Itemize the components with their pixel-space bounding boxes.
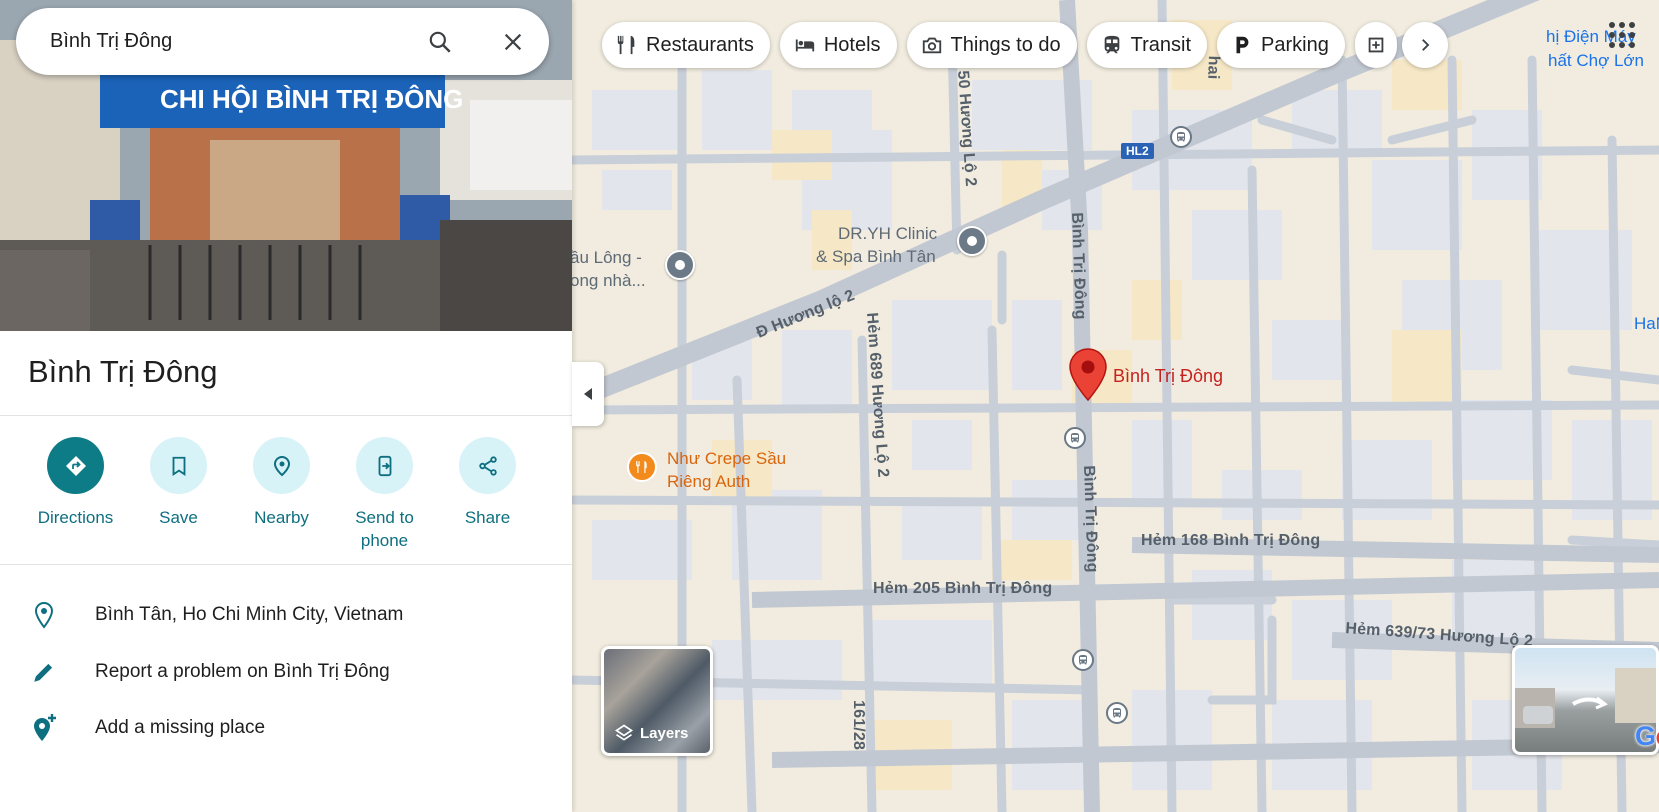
- poi-label-clinic-2[interactable]: & Spa Bình Tân: [816, 247, 936, 267]
- address-text: Bình Tân, Ho Chi Minh City, Vietnam: [95, 604, 404, 625]
- layers-label: Layers: [640, 724, 689, 742]
- close-icon: [504, 33, 522, 50]
- poi-pin-left[interactable]: [665, 250, 695, 280]
- poi-pin-clinic[interactable]: [957, 226, 987, 256]
- parking-icon: [1236, 36, 1249, 54]
- caret-left-icon: [584, 388, 592, 400]
- send-to-phone-label: Send to phone: [355, 508, 414, 550]
- map-canvas[interactable]: Đ Hương lộ 2 Bình Trị Đông Bình Trị Đông…: [572, 0, 1659, 812]
- place-panel: CHI HỘI BÌNH TRỊ ĐÔNG Bình Trị Đông Bình…: [0, 0, 572, 812]
- bed-icon: [795, 39, 815, 52]
- map-background: [572, 0, 1659, 812]
- road-label-hem-205: Hẻm 205 Bình Trị Đông: [873, 580, 1053, 597]
- road-label-btd-bottom: Bình Trị Đông: [1080, 465, 1101, 574]
- fork-knife-icon: [636, 461, 647, 473]
- send-to-phone-button[interactable]: Send to phone: [333, 437, 436, 552]
- chip-hotels-label: Hotels: [823, 33, 881, 56]
- nearby-icon: [273, 455, 290, 476]
- save-button[interactable]: Save: [127, 437, 230, 552]
- search-input[interactable]: [50, 30, 410, 53]
- train-icon: [1104, 35, 1119, 54]
- road-label-btd-top: Bình Trị Đông: [1068, 212, 1089, 321]
- bus-stop-1[interactable]: [1170, 126, 1192, 148]
- layers-button[interactable]: Layers: [601, 646, 713, 756]
- location-pin-icon: [34, 601, 53, 629]
- chip-more-partial[interactable]: [1354, 22, 1397, 68]
- action-buttons: Directions Save Nearby Send to phone Sha…: [24, 437, 539, 552]
- hl2-route-badge: HL2: [1121, 143, 1154, 159]
- poi-label-left-1[interactable]: ầu Lông -: [572, 248, 642, 268]
- chip-parking-label: Parking: [1261, 33, 1329, 56]
- search-icon: [429, 31, 451, 53]
- app: Đ Hương lộ 2 Bình Trị Đông Bình Trị Đông…: [0, 0, 1659, 812]
- camera-icon: [922, 37, 941, 54]
- search-button[interactable]: [420, 22, 460, 62]
- selected-place-pin-icon[interactable]: [1069, 348, 1107, 402]
- add-place-icon: [33, 714, 56, 741]
- selected-place-label[interactable]: Bình Trị Đông: [1113, 366, 1223, 387]
- divider-top: [0, 415, 572, 416]
- nearby-label: Nearby: [254, 508, 309, 527]
- report-problem-row[interactable]: Report a problem on Bình Trị Đông: [0, 648, 572, 696]
- divider-actions: [0, 564, 572, 565]
- send-to-phone-icon: [378, 455, 391, 476]
- bus-icon: [1113, 708, 1121, 718]
- bus-icon: [1071, 433, 1079, 443]
- search-bar: [16, 8, 549, 75]
- directions-label: Directions: [37, 508, 114, 527]
- chip-transit[interactable]: Transit: [1086, 22, 1208, 68]
- chips-next-button[interactable]: [1402, 22, 1448, 68]
- bus-icon: [1079, 655, 1087, 665]
- save-label: Save: [159, 508, 198, 527]
- road-label-161: 161/28: [850, 700, 867, 751]
- nearby-button[interactable]: Nearby: [230, 437, 333, 552]
- chip-parking[interactable]: Parking: [1217, 22, 1345, 68]
- category-chips: Restaurants Hotels Things to do Transit …: [602, 22, 1397, 68]
- bus-stop-3[interactable]: [1072, 649, 1094, 671]
- bus-stop-4[interactable]: [1106, 702, 1128, 724]
- chip-restaurants[interactable]: Restaurants: [602, 22, 770, 68]
- share-button[interactable]: Share: [436, 437, 539, 552]
- pharmacy-icon: [1368, 37, 1384, 53]
- report-problem-text: Report a problem on Bình Trị Đông: [95, 661, 390, 682]
- chip-restaurants-label: Restaurants: [646, 33, 754, 56]
- share-label: Share: [464, 508, 511, 527]
- poi-label-left-2[interactable]: ong nhà...: [572, 271, 646, 291]
- pencil-icon: [33, 663, 52, 682]
- poi-pin-restaurant[interactable]: [627, 452, 657, 482]
- google-logo: Google: [1635, 721, 1659, 751]
- share-icon: [478, 455, 497, 476]
- fork-knife-icon: [617, 35, 635, 55]
- layers-icon: [614, 724, 634, 741]
- add-missing-place-text: Add a missing place: [95, 717, 266, 738]
- bus-stop-2[interactable]: [1064, 427, 1086, 449]
- chip-things-to-do[interactable]: Things to do: [906, 22, 1077, 68]
- directions-icon: [65, 455, 86, 476]
- bookmark-icon: [172, 456, 185, 476]
- clear-search-button[interactable]: [493, 22, 533, 62]
- chip-hotels[interactable]: Hotels: [779, 22, 897, 68]
- photo-sign-text: CHI HỘI BÌNH TRỊ ĐÔNG: [160, 84, 463, 114]
- directions-button[interactable]: Directions: [24, 437, 127, 552]
- poi-label-crepe-2[interactable]: Riêng Auth: [667, 472, 750, 492]
- road-label-hem-168: Hẻm 168 Bình Trị Đông: [1141, 532, 1321, 549]
- collapse-panel-button[interactable]: [572, 362, 604, 426]
- address-row[interactable]: Bình Tân, Ho Chi Minh City, Vietnam: [0, 591, 572, 639]
- add-missing-place-row[interactable]: Add a missing place: [0, 704, 572, 752]
- poi-label-crepe-1[interactable]: Như Crepe Sầu: [667, 449, 786, 469]
- bus-icon: [1177, 132, 1185, 142]
- chevron-right-icon: [1422, 39, 1430, 51]
- chip-transit-label: Transit: [1130, 33, 1192, 56]
- poi-label-han[interactable]: HaN: [1634, 314, 1659, 334]
- apps-grid-icon[interactable]: [1609, 22, 1635, 48]
- poi-label-clinic-1[interactable]: DR.YH Clinic: [838, 224, 937, 244]
- place-title: Bình Trị Đông: [28, 354, 218, 389]
- poi-label-topright-2[interactable]: hất Chợ Lớn: [1548, 51, 1644, 71]
- chip-things-to-do-label: Things to do: [950, 33, 1061, 56]
